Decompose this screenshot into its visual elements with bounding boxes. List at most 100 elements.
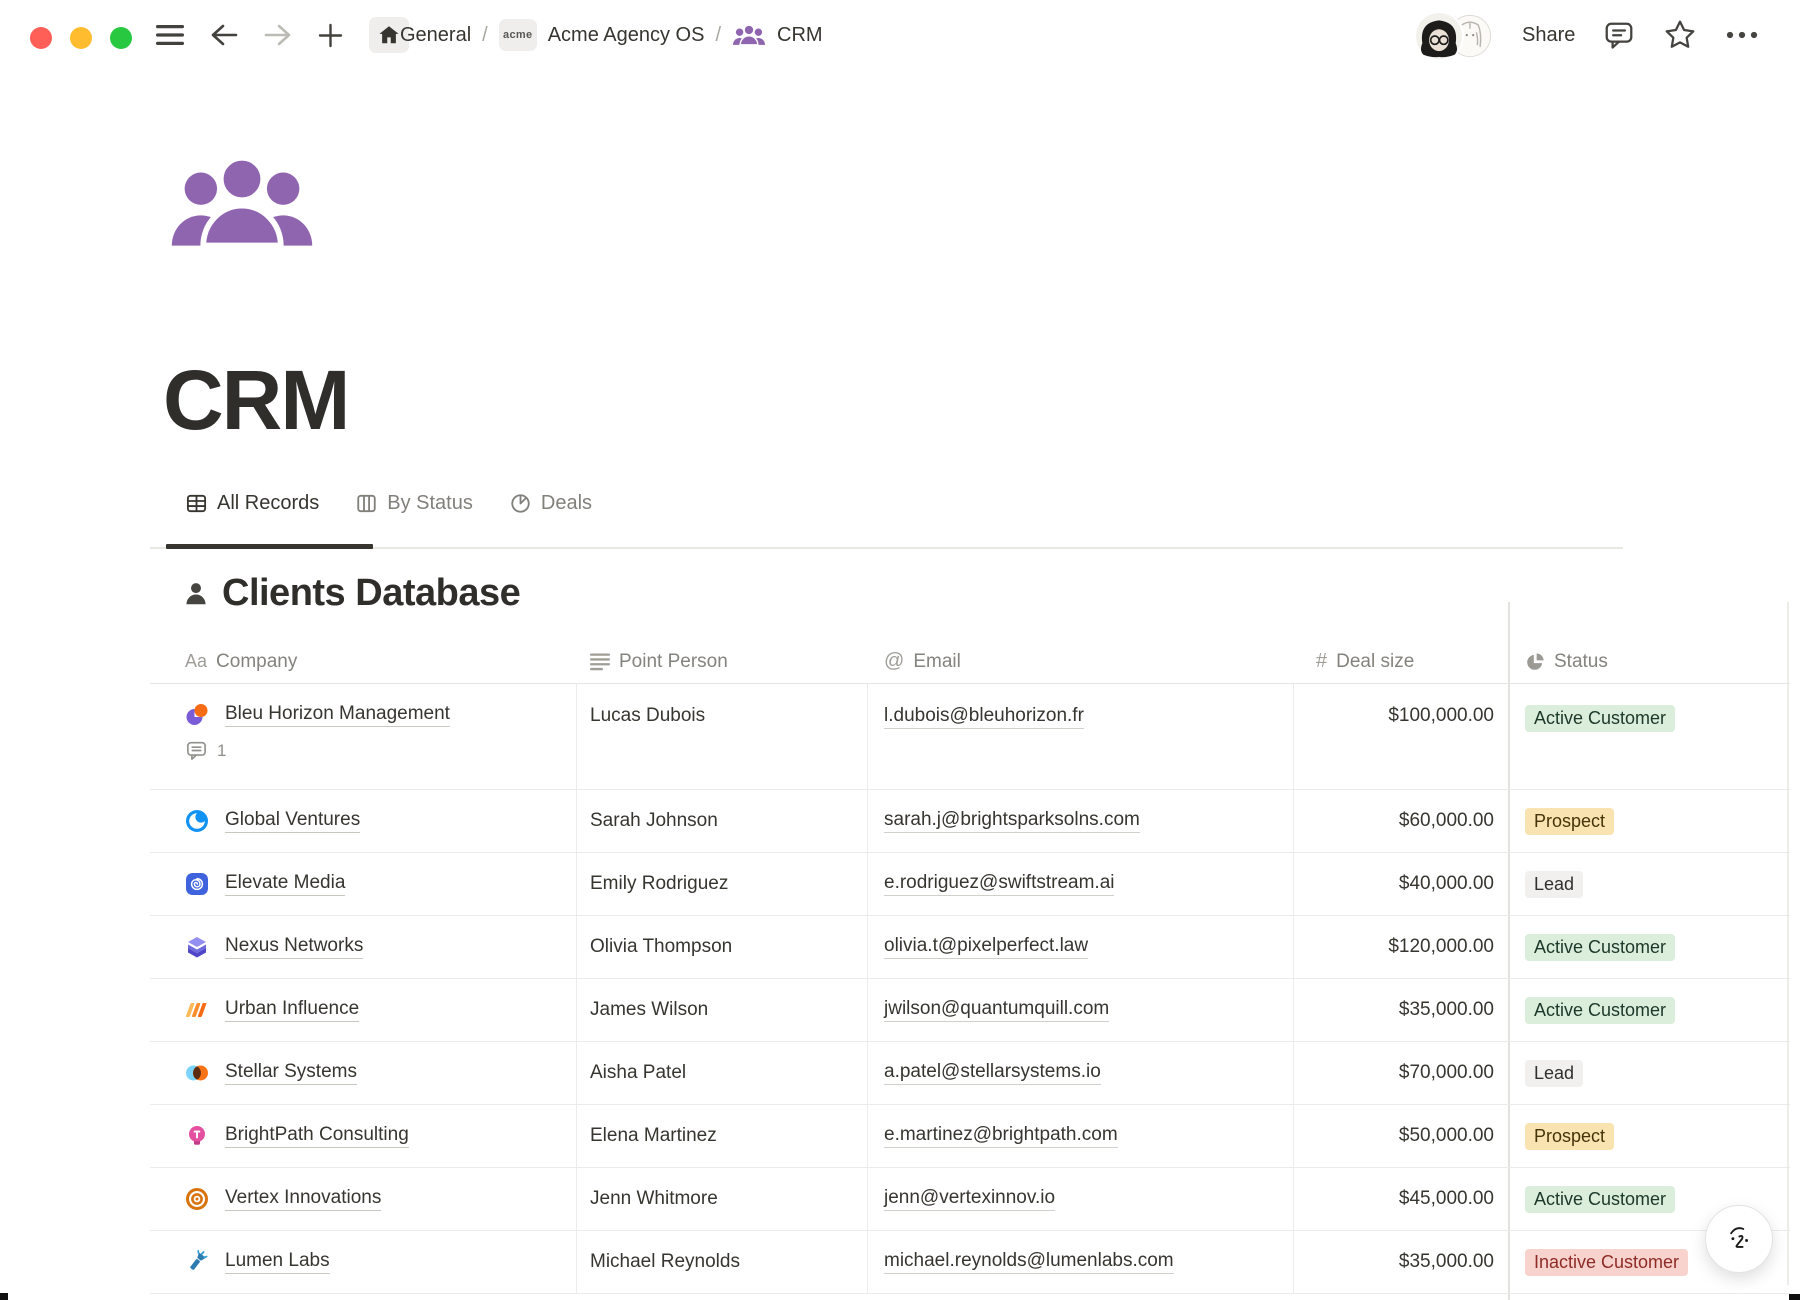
status-cell[interactable]: Prospect <box>1508 1105 1790 1167</box>
sidebar-toggle-icon[interactable] <box>156 24 184 46</box>
column-header-deal-size[interactable]: # Deal size <box>1294 640 1508 683</box>
status-cell[interactable]: Lead <box>1508 853 1790 915</box>
status-cell[interactable]: Prospect <box>1508 790 1790 852</box>
point-person-cell[interactable]: James Wilson <box>577 979 868 1041</box>
view-tabs: All Records By Status Deals <box>185 492 592 515</box>
company-link[interactable]: Lumen Labs <box>225 1250 330 1274</box>
email-cell: a.patel@stellarsystems.io <box>868 1042 1294 1104</box>
company-link[interactable]: Stellar Systems <box>225 1061 357 1085</box>
point-person-cell[interactable]: Sarah Johnson <box>577 790 868 852</box>
email-link[interactable]: l.dubois@bleuhorizon.fr <box>884 705 1084 729</box>
more-options-icon[interactable] <box>1725 30 1759 40</box>
breadcrumb-general[interactable]: General <box>400 24 471 47</box>
point-person-cell[interactable]: Lucas Dubois <box>577 684 868 789</box>
email-link[interactable]: e.rodriguez@swiftstream.ai <box>884 872 1114 896</box>
company-logo-icon <box>185 1061 209 1085</box>
point-person-cell[interactable]: Jenn Whitmore <box>577 1168 868 1230</box>
text-lines-icon <box>590 653 610 671</box>
point-person-cell[interactable]: Elena Martinez <box>577 1105 868 1167</box>
notion-ai-face-icon <box>1716 1216 1762 1262</box>
table-row: Urban Influence James Wilson jwilson@qua… <box>150 979 1790 1042</box>
deal-size-cell[interactable]: $35,000.00 <box>1294 1231 1508 1293</box>
tab-deals[interactable]: Deals <box>509 492 592 515</box>
deal-size-cell[interactable]: $40,000.00 <box>1294 853 1508 915</box>
status-badge: Active Customer <box>1525 705 1675 732</box>
collaborator-avatars <box>1414 10 1494 60</box>
active-tab-underline <box>166 544 373 549</box>
point-person-cell[interactable]: Michael Reynolds <box>577 1231 868 1293</box>
status-cell[interactable]: Active Customer <box>1508 979 1790 1041</box>
company-logo-icon <box>185 1187 209 1211</box>
breadcrumb-acme-agency-os[interactable]: Acme Agency OS <box>548 24 705 47</box>
status-cell[interactable]: Lead <box>1508 1042 1790 1104</box>
email-link[interactable]: a.patel@stellarsystems.io <box>884 1061 1101 1085</box>
people-group-icon <box>732 25 766 46</box>
deal-size-cell[interactable]: $120,000.00 <box>1294 916 1508 978</box>
column-header-status[interactable]: Status <box>1508 640 1790 683</box>
back-icon[interactable] <box>210 23 238 47</box>
company-link[interactable]: Bleu Horizon Management <box>225 703 450 727</box>
forward-icon[interactable] <box>264 23 292 47</box>
point-person-cell[interactable]: Emily Rodriguez <box>577 853 868 915</box>
table-row: Bleu Horizon Management 1 Lucas Dubois l… <box>150 684 1790 790</box>
tab-label: All Records <box>217 492 319 515</box>
minimize-window-button[interactable] <box>70 27 92 49</box>
table-body: Bleu Horizon Management 1 Lucas Dubois l… <box>150 684 1790 1294</box>
deal-size-cell[interactable]: $100,000.00 <box>1294 684 1508 789</box>
comments-icon[interactable] <box>1603 19 1635 51</box>
email-link[interactable]: e.martinez@brightpath.com <box>884 1124 1118 1148</box>
email-cell: olivia.t@pixelperfect.law <box>868 916 1294 978</box>
status-cell[interactable]: Active Customer <box>1508 684 1790 789</box>
breadcrumb-crm[interactable]: CRM <box>777 24 823 47</box>
company-cell: Stellar Systems <box>150 1042 577 1104</box>
deal-size-cell[interactable]: $35,000.00 <box>1294 979 1508 1041</box>
company-link[interactable]: Elevate Media <box>225 872 345 896</box>
breadcrumb: General / acme Acme Agency OS / CRM <box>400 16 823 54</box>
page-icon-people-group[interactable] <box>168 156 316 248</box>
company-link[interactable]: BrightPath Consulting <box>225 1124 409 1148</box>
column-label: Email <box>913 651 961 673</box>
share-button[interactable]: Share <box>1522 24 1575 47</box>
notion-crm-window: General / acme Acme Agency OS / CRM <box>0 0 1800 1300</box>
email-link[interactable]: olivia.t@pixelperfect.law <box>884 935 1088 959</box>
tab-by-status[interactable]: By Status <box>355 492 473 515</box>
tab-all-records[interactable]: All Records <box>185 492 319 515</box>
notion-ai-button[interactable] <box>1705 1205 1773 1273</box>
email-cell: michael.reynolds@lumenlabs.com <box>868 1231 1294 1293</box>
point-person-cell[interactable]: Olivia Thompson <box>577 916 868 978</box>
company-link[interactable]: Global Ventures <box>225 809 360 833</box>
deal-size-cell[interactable]: $60,000.00 <box>1294 790 1508 852</box>
database-title[interactable]: Clients Database <box>222 572 520 615</box>
status-cell[interactable]: Active Customer <box>1508 916 1790 978</box>
close-window-button[interactable] <box>30 27 52 49</box>
company-logo-icon <box>185 1250 209 1274</box>
favorite-star-icon[interactable] <box>1663 18 1697 52</box>
column-header-point-person[interactable]: Point Person <box>577 640 868 683</box>
table-view-icon <box>185 492 208 515</box>
avatar[interactable] <box>1414 11 1464 61</box>
email-link[interactable]: michael.reynolds@lumenlabs.com <box>884 1250 1174 1274</box>
tab-label: Deals <box>541 492 592 515</box>
breadcrumb-separator: / <box>482 24 488 47</box>
email-link[interactable]: sarah.j@brightsparksolns.com <box>884 809 1140 833</box>
table-row: Global Ventures Sarah Johnson sarah.j@br… <box>150 790 1790 853</box>
new-page-icon[interactable] <box>318 23 343 48</box>
company-link[interactable]: Vertex Innovations <box>225 1187 381 1211</box>
column-header-email[interactable]: @ Email <box>868 640 1294 683</box>
point-person-cell[interactable]: Aisha Patel <box>577 1042 868 1104</box>
company-link[interactable]: Nexus Networks <box>225 935 363 959</box>
comment-indicator[interactable]: 1 <box>185 739 226 762</box>
zoom-window-button[interactable] <box>110 27 132 49</box>
acme-logo[interactable]: acme <box>499 19 537 51</box>
email-link[interactable]: jenn@vertexinnov.io <box>884 1187 1055 1211</box>
company-link[interactable]: Urban Influence <box>225 998 359 1022</box>
database-heading: Clients Database <box>183 572 520 615</box>
company-logo-icon <box>185 872 209 896</box>
deal-size-cell[interactable]: $45,000.00 <box>1294 1168 1508 1230</box>
deal-size-cell[interactable]: $50,000.00 <box>1294 1105 1508 1167</box>
column-header-company[interactable]: Aa Company <box>150 640 577 683</box>
status-badge: Lead <box>1525 871 1583 898</box>
deal-size-cell[interactable]: $70,000.00 <box>1294 1042 1508 1104</box>
comment-count: 1 <box>217 741 226 761</box>
email-link[interactable]: jwilson@quantumquill.com <box>884 998 1109 1022</box>
